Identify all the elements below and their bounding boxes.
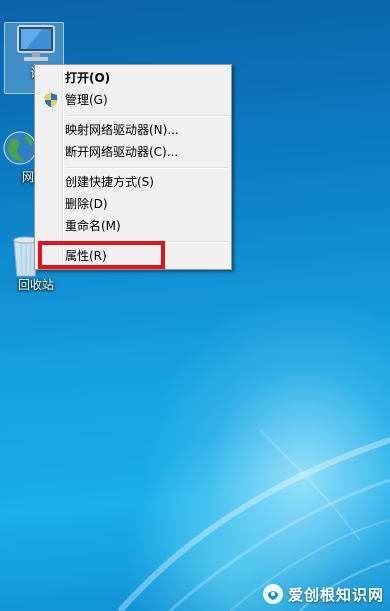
menu-item-manage[interactable]: 管理(G): [38, 89, 228, 111]
menu-item-label: 创建快捷方式(S): [65, 175, 154, 189]
desktop[interactable]: 计 网 回收站 打开(O): [0, 0, 390, 611]
menu-item-label: 映射网络驱动器(N)...: [65, 123, 179, 137]
menu-item-open[interactable]: 打开(O): [38, 67, 228, 89]
menu-item-create-shortcut[interactable]: 创建快捷方式(S): [38, 171, 228, 193]
menu-item-delete[interactable]: 删除(D): [38, 193, 228, 215]
computer-icon: [17, 25, 55, 61]
watermark: 爱创根知识网: [262, 583, 384, 605]
uac-shield-icon: [45, 93, 57, 107]
menu-item-disconnect-network-drive[interactable]: 断开网络驱动器(C)...: [38, 141, 228, 163]
recycle-bin-label: 回收站: [18, 278, 55, 292]
menu-item-label: 管理(G): [65, 93, 108, 107]
menu-item-label: 删除(D): [65, 197, 108, 211]
watermark-text: 爱创根知识网: [287, 585, 384, 604]
menu-separator: [65, 115, 228, 117]
menu-item-label: 断开网络驱动器(C)...: [65, 145, 179, 159]
context-menu: 打开(O) 管理(G) 映射网络驱动器(N)... 断开网络驱动器(C)... …: [34, 64, 232, 270]
menu-item-label: 重命名(M): [65, 219, 121, 233]
menu-separator: [65, 167, 228, 169]
menu-item-rename[interactable]: 重命名(M): [38, 215, 228, 237]
properties-highlight-annotation: [38, 241, 165, 269]
watermark-logo-icon: [262, 584, 283, 604]
menu-item-map-network-drive[interactable]: 映射网络驱动器(N)...: [38, 119, 228, 141]
menu-item-label: 打开(O): [65, 71, 111, 85]
